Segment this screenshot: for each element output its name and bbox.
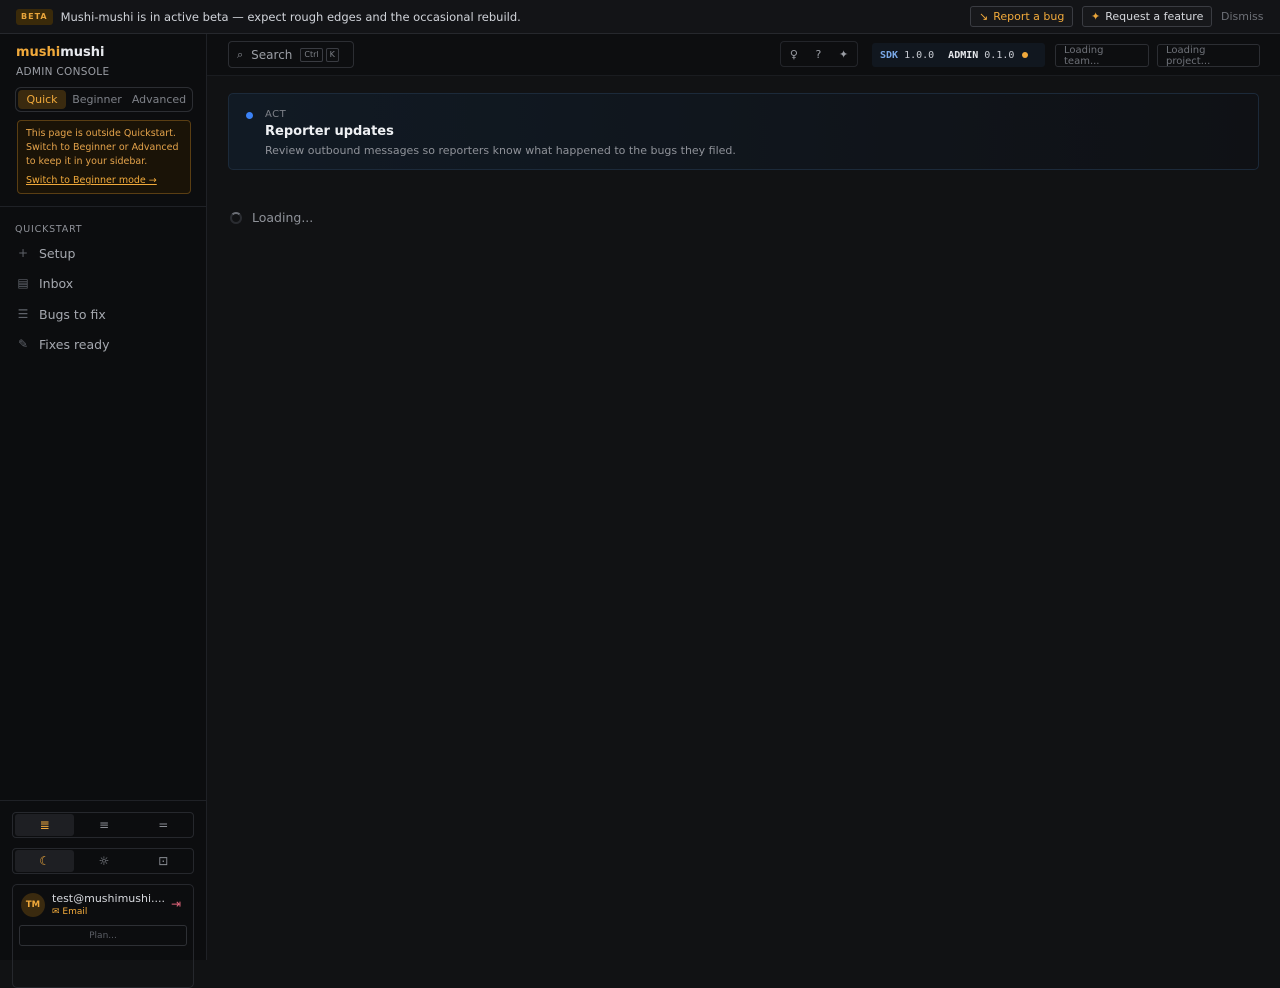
loading-text: Loading... <box>252 210 314 225</box>
list-icon: ☰ <box>17 307 29 321</box>
sdk-version: 1.0.0 <box>904 49 935 61</box>
brand-logo[interactable]: mushimushi <box>16 45 105 60</box>
switch-beginner-link[interactable]: Switch to Beginner mode → <box>26 174 182 188</box>
project-selector[interactable]: Loading project... <box>1157 44 1260 67</box>
page-subtitle: Review outbound messages so reporters kn… <box>265 144 736 157</box>
notice-text: This page is outside Quickstart. Switch … <box>26 128 179 167</box>
sidebar-item-setup[interactable]: + Setup <box>16 243 75 263</box>
density-spacious-icon[interactable]: = <box>134 814 193 836</box>
sparkle-icon[interactable]: ✦ <box>839 48 848 61</box>
logout-icon[interactable]: ⇥ <box>171 897 181 911</box>
mode-beginner[interactable]: Beginner <box>66 90 128 109</box>
lightbulb-icon[interactable]: ♀ <box>790 48 798 61</box>
page-kicker: ACT <box>265 109 287 120</box>
kbd-ctrl: Ctrl <box>300 47 323 62</box>
mode-switcher: Quick Beginner Advanced <box>15 87 193 112</box>
sdk-label: SDK <box>880 49 899 61</box>
plus-icon: + <box>17 246 29 260</box>
team-selector[interactable]: Loading team... <box>1055 44 1149 67</box>
search-label: Search <box>251 47 293 62</box>
sidebar-item-inbox[interactable]: ▤ Inbox <box>16 273 73 293</box>
sidebar-item-bugs[interactable]: ☰ Bugs to fix <box>16 304 106 324</box>
sidebar-item-fixes[interactable]: ✎ Fixes ready <box>16 334 110 354</box>
sidebar-divider <box>0 206 207 207</box>
sidebar-item-label: Bugs to fix <box>39 306 106 322</box>
beta-banner: BETA Mushi-mushi is in active beta — exp… <box>0 0 1280 34</box>
report-bug-button[interactable]: ↘ Report a bug <box>970 6 1074 27</box>
sidebar-item-label: Fixes ready <box>39 336 110 352</box>
admin-label: ADMIN <box>948 49 979 61</box>
search-icon: ⌕ <box>237 47 244 61</box>
report-bug-label: Report a bug <box>993 10 1065 23</box>
mode-notice: This page is outside Quickstart. Switch … <box>17 120 191 194</box>
page-header-card: ACT Reporter updates Review outbound mes… <box>228 93 1259 170</box>
dismiss-button[interactable]: Dismiss <box>1221 10 1264 23</box>
avatar[interactable]: TM <box>21 893 45 917</box>
sidebar-bottom-divider <box>0 800 207 801</box>
density-compact-icon[interactable]: ≣ <box>15 814 75 836</box>
kbd-k: K <box>325 47 339 62</box>
mode-advanced[interactable]: Advanced <box>128 90 190 109</box>
brand-subtitle: ADMIN CONSOLE <box>16 66 110 78</box>
sidebar-item-label: Inbox <box>39 275 74 291</box>
loading-indicator: Loading... <box>230 210 313 225</box>
section-quickstart: QUICKSTART <box>15 224 83 235</box>
user-email: test@mushimushi.... <box>52 892 166 905</box>
status-dot <box>1022 52 1029 58</box>
user-auth-method: ✉ Email <box>52 907 88 917</box>
sparkle-icon: ✦ <box>1091 10 1101 23</box>
moon-icon[interactable]: ☾ <box>15 850 75 872</box>
request-feature-label: Request a feature <box>1105 10 1204 23</box>
density-comfortable-icon[interactable]: ≡ <box>74 814 133 836</box>
density-switcher: ≣ ≡ = <box>12 812 194 838</box>
wrench-icon: ✎ <box>17 337 29 351</box>
search-button[interactable]: ⌕ Search Ctrl K <box>228 41 354 68</box>
sidebar: mushimushi ADMIN CONSOLE Quick Beginner … <box>0 34 207 988</box>
help-icon[interactable]: ? <box>816 48 822 61</box>
beta-badge: BETA <box>16 8 53 25</box>
page-title: Reporter updates <box>265 124 394 139</box>
spinner-icon <box>230 211 242 224</box>
mode-quick[interactable]: Quick <box>18 90 66 109</box>
plan-button[interactable]: Plan... <box>19 925 187 946</box>
sun-icon[interactable]: ☼ <box>74 850 133 872</box>
sidebar-item-label: Setup <box>39 245 76 261</box>
status-dot <box>246 112 253 119</box>
banner-message: Mushi-mushi is in active beta — expect r… <box>60 9 521 24</box>
bug-icon: ↘ <box>979 10 989 23</box>
inbox-icon: ▤ <box>17 276 29 290</box>
admin-version: 0.1.0 <box>984 49 1015 61</box>
version-chip: SDK 1.0.0 ADMIN 0.1.0 <box>872 43 1045 67</box>
system-theme-icon[interactable]: ⊡ <box>134 850 193 872</box>
top-bar: ⌕ Search Ctrl K ♀ ? ✦ SDK 1.0.0 ADMIN 0.… <box>207 34 1280 76</box>
mail-icon: ✉ <box>52 907 60 917</box>
main-content: ACT Reporter updates Review outbound mes… <box>207 76 1280 960</box>
theme-switcher: ☾ ☼ ⊡ <box>12 848 194 874</box>
topbar-icon-group: ♀ ? ✦ <box>780 41 858 67</box>
user-card: TM test@mushimushi.... ✉ Email ⇥ Plan... <box>12 884 194 988</box>
request-feature-button[interactable]: ✦ Request a feature <box>1082 6 1213 27</box>
